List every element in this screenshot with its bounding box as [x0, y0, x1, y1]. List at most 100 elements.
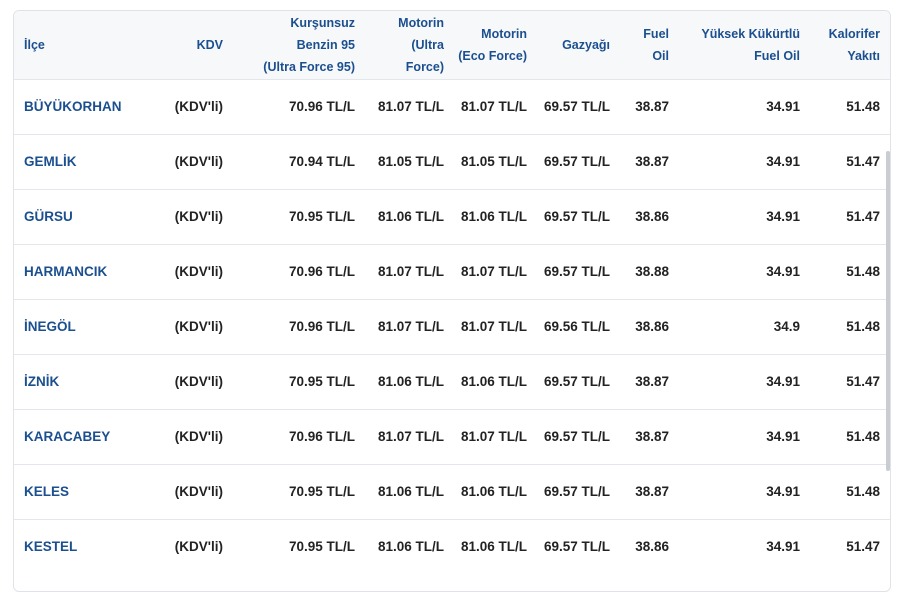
motorin-cell: 81.07 TL/L	[377, 319, 444, 334]
motorin-eco-cell: 81.07 TL/L	[460, 319, 527, 334]
yuksek-kukurtlu-cell: 34.91	[766, 99, 800, 114]
header-kalorifer-line2: Yakıtı	[847, 48, 880, 63]
benzin95-cell: 70.96 TL/L	[288, 264, 355, 279]
ilce-link[interactable]: GÜRSU	[14, 189, 154, 244]
kdv-cell: (KDV'li)	[174, 209, 223, 224]
motorin-eco-cell: 81.06 TL/L	[460, 209, 527, 224]
kdv-cell: (KDV'li)	[174, 99, 223, 114]
fuel-oil-cell: 38.87	[635, 429, 669, 444]
motorin-cell: 81.06 TL/L	[377, 209, 444, 224]
yuksek-kukurtlu-cell: 34.91	[766, 374, 800, 389]
gazyagi-cell: 69.57 TL/L	[543, 484, 610, 499]
yuksek-kukurtlu-cell: 34.91	[766, 209, 800, 224]
table-row: İNEGÖL (KDV'li) 70.96 TL/L 81.07 TL/L 81…	[14, 299, 890, 354]
kdv-cell: (KDV'li)	[174, 374, 223, 389]
motorin-eco-cell: 81.06 TL/L	[460, 539, 527, 555]
benzin95-cell: 70.95 TL/L	[288, 374, 355, 389]
yuksek-kukurtlu-cell: 34.91	[766, 264, 800, 279]
gazyagi-cell: 69.57 TL/L	[543, 429, 610, 444]
fuel-oil-cell: 38.87	[635, 374, 669, 389]
ilce-link[interactable]: İZNİK	[14, 354, 154, 409]
header-kdv: KDV	[154, 11, 233, 79]
yuksek-kukurtlu-cell: 34.91	[766, 429, 800, 444]
ilce-link[interactable]: HARMANCIK	[14, 244, 154, 299]
ilce-link[interactable]: İNEGÖL	[14, 299, 154, 354]
gazyagi-cell: 69.57 TL/L	[543, 154, 610, 169]
kalorifer-cell: 51.48	[846, 319, 880, 334]
fuel-oil-cell: 38.87	[635, 99, 669, 114]
header-gazyagi-label: Gazyağı	[562, 37, 610, 52]
table-row: BÜYÜKORHAN (KDV'li) 70.96 TL/L 81.07 TL/…	[14, 79, 890, 134]
header-motorin-line3: Force)	[405, 59, 444, 74]
vertical-scrollbar[interactable]	[886, 11, 890, 591]
header-fuel-oil: Fuel Oil	[620, 11, 679, 79]
motorin-eco-cell: 81.07 TL/L	[460, 99, 527, 114]
kalorifer-cell: 51.48	[846, 429, 880, 444]
motorin-eco-cell: 81.06 TL/L	[460, 374, 527, 389]
motorin-cell: 81.07 TL/L	[377, 264, 444, 279]
kalorifer-cell: 51.48	[846, 99, 880, 114]
yuksek-kukurtlu-cell: 34.91	[766, 154, 800, 169]
motorin-cell: 81.07 TL/L	[377, 99, 444, 114]
yuksek-kukurtlu-cell: 34.91	[766, 484, 800, 499]
header-motorin-eco: Motorin (Eco Force)	[454, 11, 537, 79]
benzin95-cell: 70.96 TL/L	[288, 429, 355, 444]
ilce-link[interactable]: GEMLİK	[14, 134, 154, 189]
motorin-cell: 81.06 TL/L	[377, 484, 444, 499]
benzin95-cell: 70.94 TL/L	[288, 154, 355, 169]
fuel-price-table-container: İlçe KDV Kurşunsuz Benzin 95 (Ultra Forc…	[13, 10, 891, 592]
benzin95-cell: 70.96 TL/L	[288, 319, 355, 334]
motorin-eco-cell: 81.05 TL/L	[460, 154, 527, 169]
header-benzin95-line2: Benzin 95	[296, 37, 355, 52]
motorin-cell: 81.06 TL/L	[377, 539, 444, 555]
header-benzin95: Kurşunsuz Benzin 95 (Ultra Force 95)	[233, 11, 365, 79]
scrollbar-thumb[interactable]	[886, 151, 890, 471]
header-kdv-label: KDV	[196, 37, 223, 52]
ilce-link[interactable]: KELES	[14, 464, 154, 519]
header-yuksek-kukurtlu-line2: Fuel Oil	[754, 48, 800, 63]
gazyagi-cell: 69.57 TL/L	[543, 374, 610, 389]
table-row: İZNİK (KDV'li) 70.95 TL/L 81.06 TL/L 81.…	[14, 354, 890, 409]
kalorifer-cell: 51.47	[846, 209, 880, 224]
header-fuel-oil-line2: Oil	[652, 48, 669, 63]
kdv-cell: (KDV'li)	[174, 319, 223, 334]
table-row: KARACABEY (KDV'li) 70.96 TL/L 81.07 TL/L…	[14, 409, 890, 464]
header-kalorifer-line1: Kalorifer	[828, 26, 880, 41]
header-yuksek-kukurtlu: Yüksek Kükürtlü Fuel Oil	[679, 11, 810, 79]
header-kalorifer: Kalorifer Yakıtı	[810, 11, 890, 79]
kdv-cell: (KDV'li)	[174, 429, 223, 444]
header-row: İlçe KDV Kurşunsuz Benzin 95 (Ultra Forc…	[14, 11, 890, 79]
yuksek-kukurtlu-cell: 34.9	[773, 319, 800, 334]
gazyagi-cell: 69.56 TL/L	[543, 319, 610, 334]
header-benzin95-line1: Kurşunsuz	[290, 15, 355, 30]
header-motorin-line1: Motorin	[398, 15, 444, 30]
kdv-cell: (KDV'li)	[174, 539, 223, 555]
benzin95-cell: 70.95 TL/L	[288, 484, 355, 499]
header-gazyagi: Gazyağı	[537, 11, 620, 79]
kdv-cell: (KDV'li)	[174, 264, 223, 279]
motorin-eco-cell: 81.07 TL/L	[460, 429, 527, 444]
ilce-link[interactable]: KESTEL	[14, 519, 154, 574]
header-ilce-label: İlçe	[24, 37, 45, 52]
benzin95-cell: 70.95 TL/L	[288, 539, 355, 555]
kalorifer-cell: 51.47	[846, 539, 880, 555]
header-fuel-oil-line1: Fuel	[643, 26, 669, 41]
kalorifer-cell: 51.48	[846, 484, 880, 499]
kalorifer-cell: 51.47	[846, 374, 880, 389]
header-ilce: İlçe	[14, 11, 154, 79]
header-motorin-line2: (Ultra	[411, 37, 444, 52]
fuel-oil-cell: 38.88	[635, 264, 669, 279]
table-header: İlçe KDV Kurşunsuz Benzin 95 (Ultra Forc…	[14, 11, 890, 79]
motorin-cell: 81.07 TL/L	[377, 429, 444, 444]
kalorifer-cell: 51.47	[846, 154, 880, 169]
table-row: HARMANCIK (KDV'li) 70.96 TL/L 81.07 TL/L…	[14, 244, 890, 299]
ilce-link[interactable]: BÜYÜKORHAN	[14, 79, 154, 134]
gazyagi-cell: 69.57 TL/L	[543, 99, 610, 114]
benzin95-cell: 70.96 TL/L	[288, 99, 355, 114]
kdv-cell: (KDV'li)	[174, 154, 223, 169]
gazyagi-cell: 69.57 TL/L	[543, 539, 610, 555]
kalorifer-cell: 51.48	[846, 264, 880, 279]
ilce-link[interactable]: KARACABEY	[14, 409, 154, 464]
table-row: KELES (KDV'li) 70.95 TL/L 81.06 TL/L 81.…	[14, 464, 890, 519]
motorin-cell: 81.05 TL/L	[377, 154, 444, 169]
